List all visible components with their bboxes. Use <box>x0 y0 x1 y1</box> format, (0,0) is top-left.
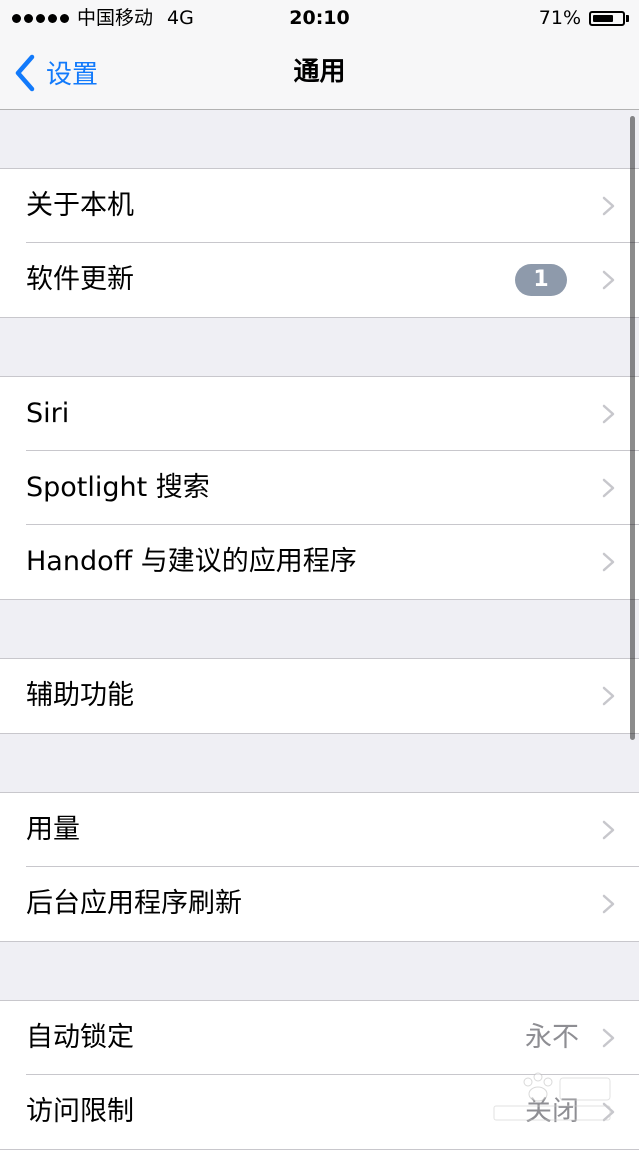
cell-label: 后台应用程序刷新 <box>26 888 242 919</box>
update-count-badge: 1 <box>515 264 567 296</box>
cell-label: 用量 <box>26 814 80 845</box>
back-button[interactable]: 设置 <box>10 36 98 109</box>
settings-group-accessibility: 辅助功能 <box>0 658 639 734</box>
chevron-right-icon <box>602 1028 615 1048</box>
cell-label: 自动锁定 <box>26 1022 134 1053</box>
cell-label: 辅助功能 <box>26 680 134 711</box>
cell-label: Siri <box>26 398 70 429</box>
cell-accessibility[interactable]: 辅助功能 <box>0 659 639 733</box>
chevron-left-icon <box>15 54 35 91</box>
battery-icon <box>589 10 629 26</box>
status-bar: 中国移动 4G 20:10 71% <box>0 0 639 36</box>
nav-bar: 通用 设置 <box>0 36 639 110</box>
settings-list: 关于本机 软件更新 1 Siri Spotlight 搜索 Handoff 与建… <box>0 110 639 1150</box>
cell-label: 访问限制 <box>26 1096 134 1127</box>
section-gap <box>0 600 639 658</box>
chevron-right-icon <box>602 820 615 840</box>
chevron-right-icon <box>602 686 615 706</box>
back-button-label: 设置 <box>46 60 99 90</box>
section-gap <box>0 942 639 1000</box>
chevron-right-icon <box>602 196 615 216</box>
chevron-right-icon <box>602 894 615 914</box>
settings-group-about: 关于本机 软件更新 1 <box>0 168 639 318</box>
settings-group-usage: 用量 后台应用程序刷新 <box>0 792 639 942</box>
cell-siri[interactable]: Siri <box>0 377 639 451</box>
chevron-right-icon <box>602 404 615 424</box>
section-gap <box>0 318 639 376</box>
cell-about[interactable]: 关于本机 <box>0 169 639 243</box>
cell-label: Spotlight 搜索 <box>26 472 210 503</box>
cell-handoff[interactable]: Handoff 与建议的应用程序 <box>0 524 639 599</box>
cell-label: 关于本机 <box>26 190 134 221</box>
cell-spotlight-search[interactable]: Spotlight 搜索 <box>0 450 639 525</box>
cell-usage[interactable]: 用量 <box>0 793 639 867</box>
section-gap <box>0 110 639 168</box>
chevron-right-icon <box>602 270 615 290</box>
battery-percent: 71% <box>538 7 581 29</box>
settings-group-siri: Siri Spotlight 搜索 Handoff 与建议的应用程序 <box>0 376 639 600</box>
cell-value: 永不 <box>525 1022 579 1053</box>
cell-software-update[interactable]: 软件更新 1 <box>0 242 639 317</box>
cell-label: Handoff 与建议的应用程序 <box>26 546 357 577</box>
chevron-right-icon <box>602 552 615 572</box>
cell-label: 软件更新 <box>26 264 134 295</box>
watermark-logo <box>493 1072 611 1121</box>
section-gap <box>0 734 639 792</box>
scroll-indicator[interactable] <box>630 116 635 740</box>
cell-auto-lock[interactable]: 自动锁定 永不 <box>0 1001 639 1075</box>
status-right: 71% <box>539 6 629 30</box>
cell-background-refresh[interactable]: 后台应用程序刷新 <box>0 866 639 941</box>
chevron-right-icon <box>602 478 615 498</box>
